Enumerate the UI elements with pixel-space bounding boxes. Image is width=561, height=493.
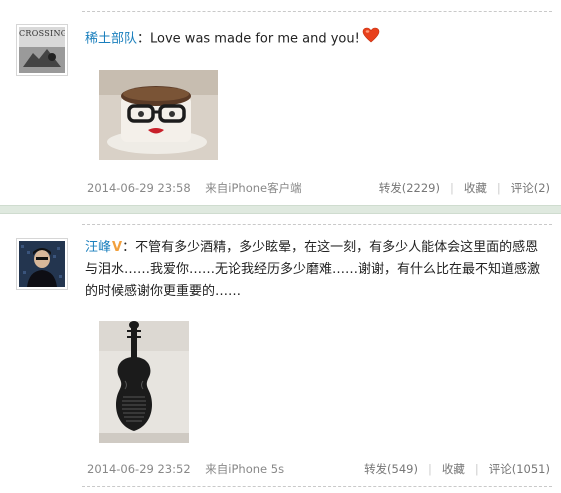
post-text: 汪峰V：不管有多少酒精，多少眩晕，在这一刻，有多少人能体会这里面的感恩与泪水……… — [85, 237, 547, 303]
heart-emoji-icon — [362, 27, 380, 51]
avatar-image — [19, 241, 65, 287]
username-link[interactable]: 稀土部队 — [85, 32, 137, 47]
post-meta: 2014-06-29 23:52 来自iPhone 5s — [87, 461, 295, 477]
action-divider: | — [474, 462, 479, 476]
comment-button[interactable]: 评论(2) — [511, 181, 550, 195]
post-source[interactable]: 来自iPhone 5s — [205, 462, 284, 476]
feed-item: CROSSING 稀土部队：Love was made for me and y… — [2, 0, 558, 205]
feed-item: 汪峰V：不管有多少酒精，多少眩晕，在这一刻，有多少人能体会这里面的感恩与泪水……… — [2, 214, 558, 493]
repost-button[interactable]: 转发(549) — [364, 462, 418, 476]
post-actions: 转发(549) | 收藏 | 评论(1051) — [364, 461, 550, 477]
favorite-button[interactable]: 收藏 — [442, 462, 465, 476]
post-timestamp[interactable]: 2014-06-29 23:58 — [87, 181, 191, 195]
post-text: 稀土部队：Love was made for me and you! — [85, 27, 547, 51]
avatar-caption: CROSSING — [19, 29, 65, 38]
post-body: ：不管有多少酒精，多少眩晕，在这一刻，有多少人能体会这里面的感恩与泪水……我爱你… — [85, 240, 541, 299]
post-image-violin[interactable] — [99, 321, 189, 443]
divider — [82, 11, 552, 12]
post-actions: 转发(2229) | 收藏 | 评论(2) — [379, 180, 550, 196]
avatar[interactable]: CROSSING — [16, 24, 68, 76]
verified-badge-icon[interactable]: V — [112, 240, 122, 255]
post-body: ：Love was made for me and you! — [137, 31, 360, 47]
comment-button[interactable]: 评论(1051) — [489, 462, 550, 476]
action-divider: | — [449, 181, 454, 195]
repost-button[interactable]: 转发(2229) — [379, 181, 440, 195]
post-timestamp[interactable]: 2014-06-29 23:52 — [87, 462, 191, 476]
action-divider: | — [496, 181, 501, 195]
divider — [82, 486, 552, 487]
post-image-cake[interactable] — [99, 70, 218, 160]
action-divider: | — [428, 462, 432, 476]
post-source[interactable]: 来自iPhone客户端 — [205, 181, 301, 195]
post-meta: 2014-06-29 23:58 来自iPhone客户端 — [87, 180, 313, 196]
divider — [82, 224, 552, 225]
avatar[interactable] — [16, 238, 68, 290]
feed-separator — [0, 205, 561, 214]
username-link[interactable]: 汪峰 — [85, 240, 111, 255]
favorite-button[interactable]: 收藏 — [464, 181, 487, 195]
